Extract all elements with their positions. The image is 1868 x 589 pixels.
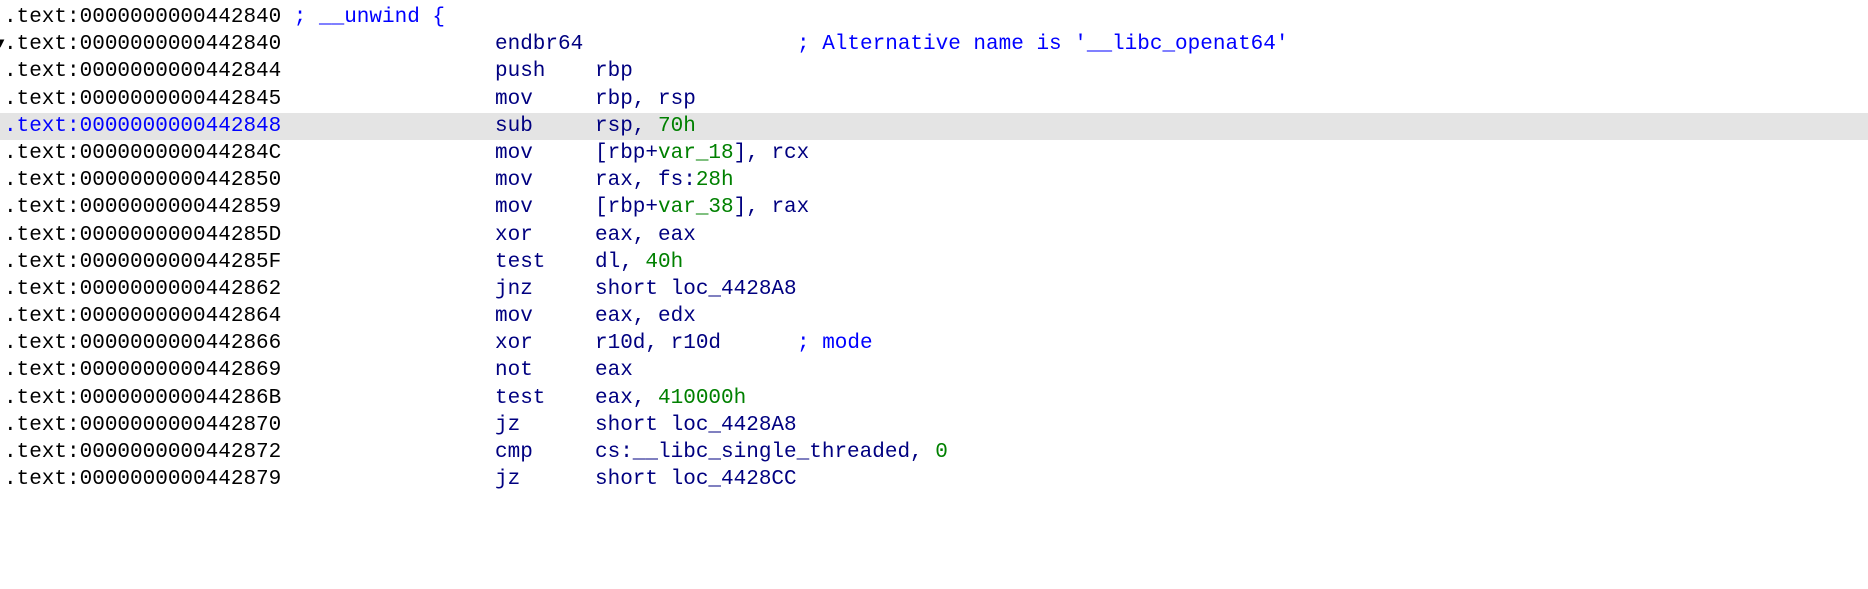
listing-row[interactable]: .text:0000000000442870 jz short loc_4428A8 bbox=[0, 412, 1868, 439]
mnemonic[interactable]: sub bbox=[495, 113, 533, 140]
address[interactable]: .text:000000000044285F bbox=[4, 249, 281, 276]
address[interactable]: .text:0000000000442862 bbox=[4, 276, 281, 303]
immediate-value: 410000h bbox=[658, 386, 747, 410]
address[interactable]: .text:000000000044285D bbox=[4, 222, 281, 249]
operands[interactable]: r10d, r10d bbox=[595, 330, 721, 357]
operands[interactable]: [rbp+var_38], rax bbox=[595, 194, 809, 221]
mnemonic[interactable]: jnz bbox=[495, 276, 533, 303]
listing-row[interactable]: .text:0000000000442844 push rbp bbox=[0, 58, 1868, 85]
operand-text: ], rax bbox=[733, 196, 810, 220]
mnemonic[interactable]: cmp bbox=[495, 439, 533, 466]
listing-row[interactable]: .text:000000000044284C mov [rbp+var_18], r… bbox=[0, 140, 1868, 167]
operands[interactable]: eax bbox=[595, 357, 633, 384]
mnemonic[interactable]: mov bbox=[495, 303, 533, 330]
operand-text: cs:__libc_single_threaded, bbox=[595, 441, 936, 464]
mnemonic[interactable]: xor bbox=[495, 330, 533, 357]
operands[interactable]: rsp, 70h bbox=[595, 113, 696, 140]
operand-text: [rbp+ bbox=[595, 141, 659, 165]
listing-row[interactable]: .text:000000000044286B test eax, 410000h bbox=[0, 385, 1868, 412]
address[interactable]: .text:0000000000442879 bbox=[4, 466, 281, 493]
address[interactable]: .text:0000000000442840 bbox=[4, 4, 281, 31]
address[interactable]: .text:0000000000442844 bbox=[4, 58, 281, 85]
operand-text: ], rcx bbox=[733, 141, 810, 165]
mnemonic[interactable]: jz bbox=[495, 412, 520, 439]
operand-text: short loc_4428A8 bbox=[595, 277, 797, 301]
address[interactable]: .text:0000000000442840 bbox=[4, 31, 281, 58]
listing-row[interactable]: .text:0000000000442862 jnz short loc_4428A… bbox=[0, 276, 1868, 303]
operand-text: eax, bbox=[595, 386, 659, 410]
operand-text: [rbp+ bbox=[595, 196, 659, 220]
address[interactable]: .text:0000000000442870 bbox=[4, 412, 281, 439]
address[interactable]: .text:0000000000442859 bbox=[4, 194, 281, 221]
immediate-value: 70h bbox=[658, 114, 696, 138]
operand-text: rbp, rsp bbox=[595, 87, 696, 111]
operand-text: dl, bbox=[595, 250, 646, 274]
address[interactable]: .text:0000000000442850 bbox=[4, 167, 281, 194]
immediate-value: 0 bbox=[935, 441, 948, 464]
operands[interactable]: short loc_4428CC bbox=[595, 466, 797, 493]
listing-row[interactable]: .text:000000000044285F test dl, 40h bbox=[0, 249, 1868, 276]
operand-text: rsp, bbox=[595, 114, 659, 138]
listing-row[interactable]: .text:0000000000442866 xor r10d, r10d ; mod… bbox=[0, 330, 1868, 357]
operands[interactable]: dl, 40h bbox=[595, 249, 683, 276]
mnemonic[interactable]: mov bbox=[495, 167, 533, 194]
listing-row[interactable]: .text:0000000000442845 mov rbp, rsp bbox=[0, 86, 1868, 113]
address[interactable]: .text:0000000000442864 bbox=[4, 303, 281, 330]
address[interactable]: .text:0000000000442866 bbox=[4, 330, 281, 357]
operands[interactable]: eax, eax bbox=[595, 222, 696, 249]
operands[interactable]: eax, edx bbox=[595, 303, 696, 330]
mnemonic[interactable]: mov bbox=[495, 140, 533, 167]
operands[interactable]: [rbp+var_18], rcx bbox=[595, 140, 809, 167]
operand-text: short loc_4428CC bbox=[595, 468, 797, 492]
mnemonic[interactable]: mov bbox=[495, 86, 533, 113]
comment: ; Alternative name is '__libc_openat64' bbox=[797, 33, 1289, 57]
operands[interactable]: cs:__libc_single_threaded, 0 bbox=[595, 439, 948, 466]
address[interactable]: .text:0000000000442845 bbox=[4, 86, 281, 113]
operand-text: eax, eax bbox=[595, 223, 696, 247]
operands[interactable]: rbp, rsp bbox=[595, 86, 696, 113]
address[interactable]: .text:000000000044286B bbox=[4, 385, 281, 412]
mnemonic[interactable]: endbr64 bbox=[495, 31, 583, 58]
mnemonic[interactable]: push bbox=[495, 58, 545, 85]
operand-text: short loc_4428A8 bbox=[595, 413, 797, 437]
operand-text: eax bbox=[595, 359, 633, 383]
immediate-value: 28h bbox=[695, 169, 734, 193]
mnemonic[interactable]: mov bbox=[495, 194, 533, 221]
operand-text: rbp bbox=[595, 60, 633, 84]
address[interactable]: .text:0000000000442848 bbox=[4, 113, 281, 140]
listing-row[interactable]: .text:0000000000442879 jz short loc_4428CC bbox=[0, 466, 1868, 493]
listing-row[interactable]: .text:0000000000442864 mov eax, edx bbox=[0, 303, 1868, 330]
listing-row[interactable]: .text:0000000000442840 ; __unwind { bbox=[0, 4, 1868, 31]
operands[interactable]: rax, fs:28h bbox=[595, 167, 734, 194]
mnemonic[interactable]: jz bbox=[495, 466, 520, 493]
header-comment: ; __unwind { bbox=[293, 6, 446, 29]
mnemonic[interactable]: not bbox=[495, 357, 533, 384]
operands[interactable]: eax, 410000h bbox=[595, 385, 746, 412]
immediate-value: 40h bbox=[645, 250, 684, 274]
listing-row[interactable]: .text:0000000000442850 mov rax, fs:28h bbox=[0, 167, 1868, 194]
listing-row[interactable]: .text:0000000000442859 mov [rbp+var_38], r… bbox=[0, 194, 1868, 221]
address[interactable]: .text:0000000000442869 bbox=[4, 357, 281, 384]
address[interactable]: .text:000000000044284C bbox=[4, 140, 281, 167]
listing-row[interactable]: .text:0000000000442869 not eax bbox=[0, 357, 1868, 384]
listing-row[interactable]: .text:0000000000442872 cmp cs:__libc_singl… bbox=[0, 439, 1868, 466]
operands[interactable]: short loc_4428A8 bbox=[595, 412, 797, 439]
stack-variable[interactable]: var_18 bbox=[658, 142, 734, 165]
mnemonic[interactable]: xor bbox=[495, 222, 533, 249]
operand-text: r10d, r10d bbox=[595, 332, 722, 356]
listing-row[interactable]: ▾ .text:0000000000442840 endbr64; Alternat… bbox=[0, 31, 1868, 58]
address[interactable]: .text:0000000000442872 bbox=[4, 439, 281, 466]
comment: ; mode bbox=[797, 332, 873, 356]
operand-text: rax, fs: bbox=[595, 169, 696, 193]
operand-text: eax, edx bbox=[595, 305, 696, 329]
operands[interactable]: rbp bbox=[595, 58, 633, 85]
listing-row[interactable]: .text:0000000000442848 sub rsp, 70h bbox=[0, 112, 1868, 140]
stack-variable[interactable]: var_38 bbox=[658, 196, 734, 219]
disassembly-listing[interactable]: .text:0000000000442840; __unwind {▾ .text… bbox=[0, 4, 1868, 493]
mnemonic[interactable]: test bbox=[495, 249, 545, 276]
operands[interactable]: short loc_4428A8 bbox=[595, 276, 797, 303]
listing-row[interactable]: .text:000000000044285D xor eax, eax bbox=[0, 222, 1868, 249]
mnemonic[interactable]: test bbox=[495, 385, 545, 412]
